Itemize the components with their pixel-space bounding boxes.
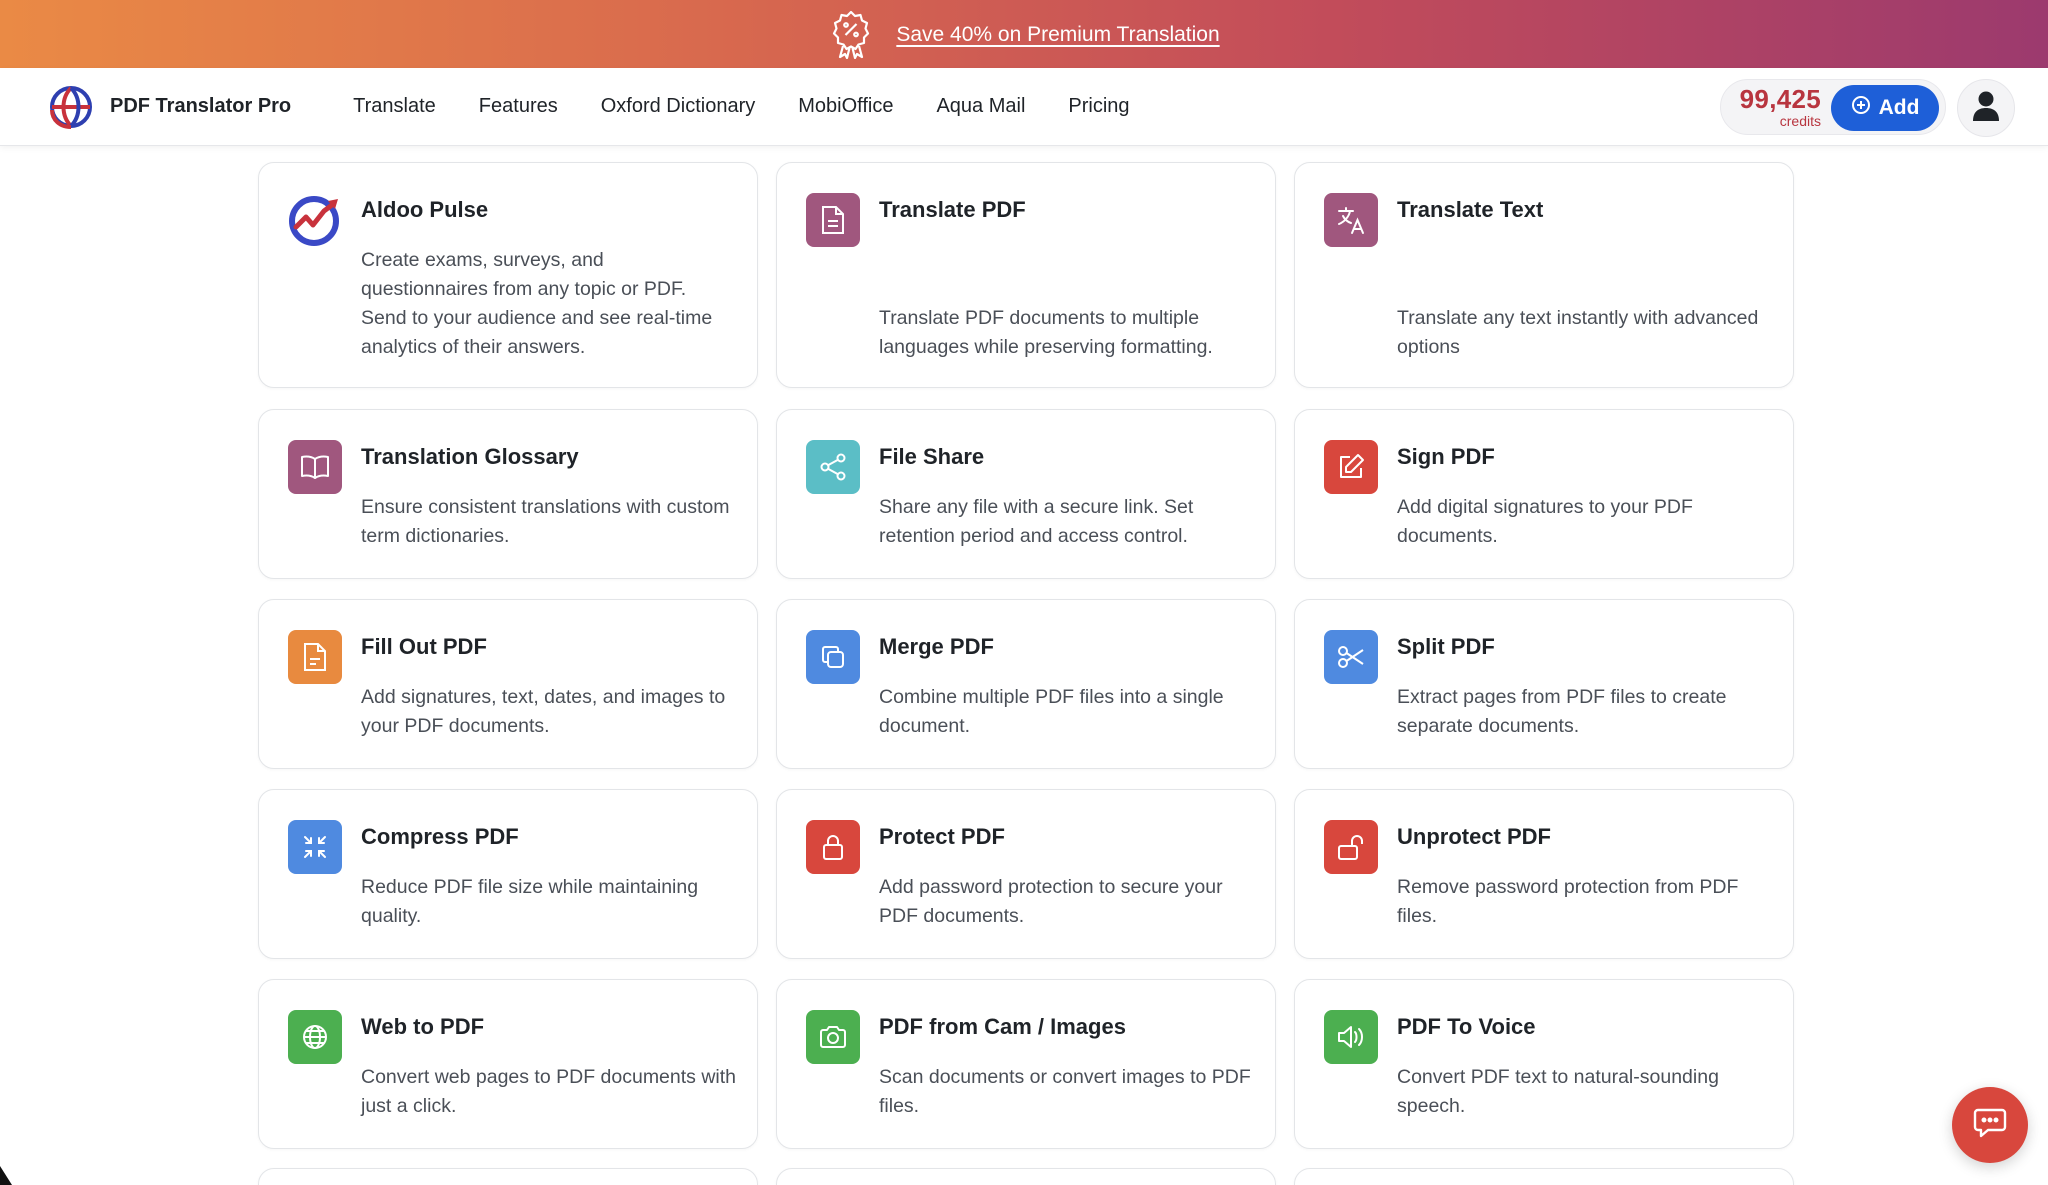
card-title: Web to PDF <box>361 1014 485 1039</box>
globe-icon <box>288 1010 342 1064</box>
card-title: Sign PDF <box>1397 444 1495 469</box>
card-description: Combine multiple PDF files into a single… <box>879 686 1224 737</box>
card-title: Fill Out PDF <box>361 634 487 659</box>
card-title: Merge PDF <box>879 634 994 659</box>
credits-label: credits <box>1779 113 1821 129</box>
card-description: Ensure consistent translations with cust… <box>361 496 730 547</box>
card-description: Translate any text instantly with advanc… <box>1397 307 1759 358</box>
nav-aqua-mail[interactable]: Aqua Mail <box>936 95 1025 118</box>
card-description: Convert web pages to PDF documents with … <box>361 1066 737 1117</box>
card-compress-pdf[interactable]: Compress PDF Reduce PDF file size while … <box>258 789 758 959</box>
corner-cursor <box>0 1166 12 1185</box>
book-icon <box>288 440 342 494</box>
card-unprotect-pdf[interactable]: Unprotect PDF Remove password protection… <box>1294 789 1794 959</box>
card-title: Translate Text <box>1397 197 1544 222</box>
card-description: Add password protection to secure your P… <box>879 876 1223 927</box>
add-label: Add <box>1878 96 1920 119</box>
brand-name: PDF Translator Pro <box>110 95 292 117</box>
card-title: Translation Glossary <box>361 444 579 469</box>
camera-icon <box>806 1010 860 1064</box>
card-split-pdf[interactable]: Split PDF Extract pages from PDF files t… <box>1294 599 1794 769</box>
card-partial[interactable] <box>1294 1168 1794 1185</box>
card-title: Unprotect PDF <box>1397 824 1551 849</box>
scissors-icon <box>1324 630 1378 684</box>
card-translate-text[interactable]: Translate Text Translate any text instan… <box>1294 162 1794 388</box>
card-description: Extract pages from PDF files to create s… <box>1397 686 1727 737</box>
document-icon <box>806 193 860 247</box>
user-avatar[interactable] <box>1957 79 2015 137</box>
card-description: Translate PDF documents to multiple lang… <box>879 307 1213 358</box>
form-document-icon <box>288 630 342 684</box>
card-file-share[interactable]: File Share Share any file with a secure … <box>776 409 1276 579</box>
pen-square-icon <box>1324 440 1378 494</box>
speaker-icon <box>1324 1010 1378 1064</box>
card-sign-pdf[interactable]: Sign PDF Add digital signatures to your … <box>1294 409 1794 579</box>
credits-pill: 99,425 credits Add <box>1720 79 1946 135</box>
pulse-logo-icon <box>288 193 342 247</box>
nav-oxford-dictionary[interactable]: Oxford Dictionary <box>601 95 756 118</box>
card-aldoo-pulse[interactable]: Aldoo Pulse Create exams, surveys, and q… <box>258 162 758 388</box>
card-title: Aldoo Pulse <box>361 197 489 222</box>
lock-icon <box>806 820 860 874</box>
nav-pricing[interactable]: Pricing <box>1068 95 1129 118</box>
card-description: Reduce PDF file size while maintaining q… <box>361 876 699 927</box>
card-fill-out-pdf[interactable]: Fill Out PDF Add signatures, text, dates… <box>258 599 758 769</box>
chat-bubble-icon <box>1972 1106 2008 1145</box>
card-merge-pdf[interactable]: Merge PDF Combine multiple PDF files int… <box>776 599 1276 769</box>
card-translate-pdf[interactable]: Translate PDF Translate PDF documents to… <box>776 162 1276 388</box>
card-translation-glossary[interactable]: Translation Glossary Ensure consistent t… <box>258 409 758 579</box>
plus-circle-icon <box>1851 95 1871 121</box>
top-navbar: PDF Translator Pro Translate Features Ox… <box>0 68 2048 146</box>
discount-badge-icon <box>828 8 874 60</box>
credits-value: 99,425 <box>1739 84 1821 114</box>
card-title: PDF from Cam / Images <box>879 1014 1126 1039</box>
card-partial[interactable] <box>776 1168 1276 1185</box>
promo-banner: Save 40% on Premium Translation <box>0 0 2048 68</box>
share-icon <box>806 440 860 494</box>
card-web-to-pdf[interactable]: Web to PDF Convert web pages to PDF docu… <box>258 979 758 1149</box>
card-description: Scan documents or convert images to PDF … <box>879 1066 1251 1117</box>
user-icon <box>1972 90 2000 127</box>
card-pdf-from-cam[interactable]: PDF from Cam / Images Scan documents or … <box>776 979 1276 1149</box>
promo-link[interactable]: Save 40% on Premium Translation <box>896 23 1219 47</box>
card-title: Protect PDF <box>879 824 1005 849</box>
card-description: Create exams, surveys, and questionnaire… <box>361 249 713 358</box>
card-title: File Share <box>879 444 985 469</box>
nav-features[interactable]: Features <box>479 95 558 118</box>
nav-translate[interactable]: Translate <box>353 95 436 118</box>
add-credits-button[interactable]: Add <box>1831 85 1939 131</box>
main-menu: Translate Features Oxford Dictionary Mob… <box>353 95 1129 118</box>
card-title: PDF To Voice <box>1397 1014 1536 1039</box>
globe-logo-icon <box>48 84 94 130</box>
card-title: Split PDF <box>1397 634 1495 659</box>
card-description: Convert PDF text to natural-sounding spe… <box>1397 1066 1719 1117</box>
translate-icon <box>1324 193 1378 247</box>
card-description: Add digital signatures to your PDF docum… <box>1397 496 1693 547</box>
credits-display: 99,425 credits <box>1737 86 1821 128</box>
card-title: Compress PDF <box>361 824 519 849</box>
card-pdf-to-voice[interactable]: PDF To Voice Convert PDF text to natural… <box>1294 979 1794 1149</box>
card-title: Translate PDF <box>879 197 1026 222</box>
unlock-icon <box>1324 820 1378 874</box>
card-description: Remove password protection from PDF file… <box>1397 876 1739 927</box>
brand[interactable]: PDF Translator Pro <box>48 84 291 130</box>
card-description: Share any file with a secure link. Set r… <box>879 496 1194 547</box>
card-description: Add signatures, text, dates, and images … <box>361 686 726 737</box>
chat-button[interactable] <box>1952 1087 2028 1163</box>
merge-icon <box>806 630 860 684</box>
card-protect-pdf[interactable]: Protect PDF Add password protection to s… <box>776 789 1276 959</box>
compress-icon <box>288 820 342 874</box>
card-partial[interactable] <box>258 1168 758 1185</box>
nav-mobioffice[interactable]: MobiOffice <box>798 95 893 118</box>
